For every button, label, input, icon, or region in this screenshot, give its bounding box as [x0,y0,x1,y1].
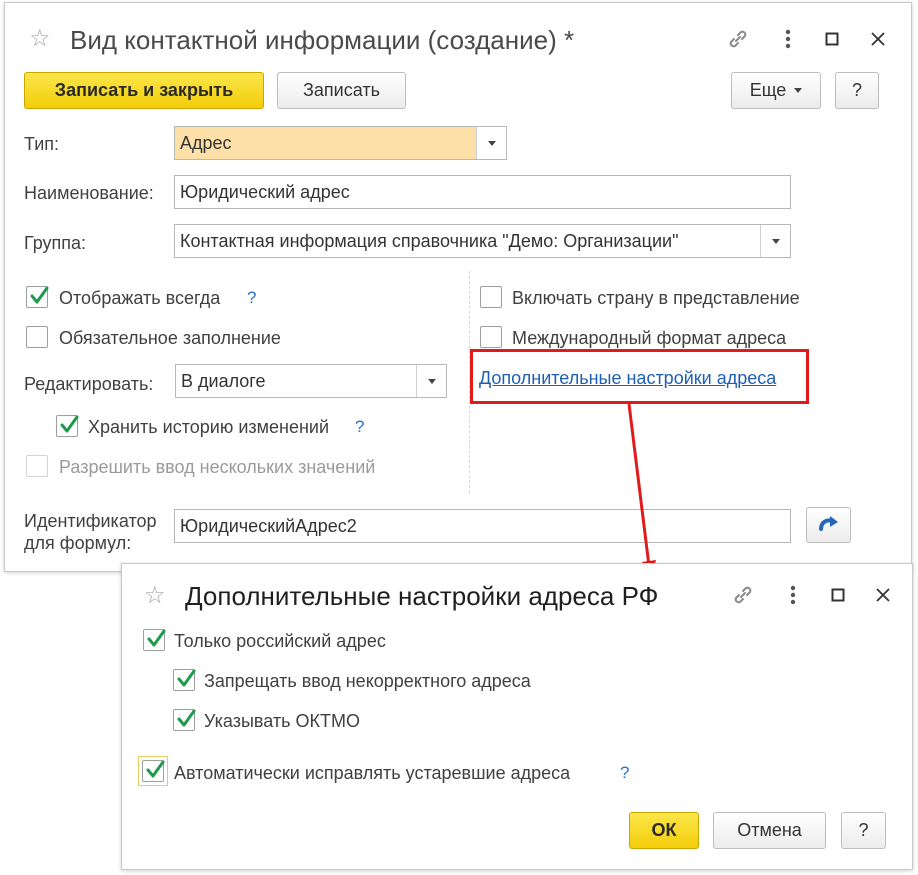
multiple-values-label: Разрешить ввод нескольких значений [59,457,376,477]
required-checkbox[interactable] [26,326,48,348]
edit-mode-dropdown-icon[interactable] [416,365,446,397]
type-value: Адрес [180,132,232,153]
highlight-box [470,349,809,404]
more-button[interactable]: Еще [731,72,821,109]
identifier-label-line2: для формул: [24,533,132,553]
link-icon[interactable] [726,27,750,51]
dialog-help-button[interactable]: ? [841,812,886,849]
identifier-value: ЮридическийАдрес2 [180,515,357,536]
always-show-label: Отображать всегда [59,288,221,308]
intl-format-label: Международный формат адреса [512,328,787,348]
group-dropdown-icon[interactable] [760,225,790,257]
close-icon[interactable] [866,27,890,51]
annotation-arrow [627,403,656,578]
type-label: Тип: [24,134,60,154]
always-show-checkbox[interactable] [26,286,49,308]
help-button[interactable]: ? [835,72,879,109]
identifier-action-button[interactable] [806,507,851,543]
cancel-button[interactable]: Отмена [713,812,826,849]
dialog-title: Дополнительные настройки адреса РФ [185,581,659,611]
group-label: Группа: [24,233,87,253]
forbid-incorrect-label: Запрещать ввод некорректного адреса [204,671,531,691]
save-button[interactable]: Записать [277,72,406,109]
favorite-star-icon[interactable]: ☆ [144,584,166,608]
redo-arrow-icon [818,516,838,531]
include-country-label: Включать страну в представление [512,288,800,308]
edit-mode-value: В диалоге [181,370,266,391]
window-title: Вид контактной информации (создание) * [70,25,575,55]
auto-fix-checkbox[interactable] [142,760,165,782]
type-select[interactable]: Адрес [174,126,507,160]
link-icon[interactable] [731,583,755,607]
only-russian-checkbox[interactable] [143,629,166,651]
group-value: Контактная информация справочника "Демо:… [180,230,679,251]
ok-button[interactable]: ОК [629,812,699,849]
edit-mode-label: Редактировать: [24,374,154,394]
auto-fix-label: Автоматически исправлять устаревшие адре… [174,763,571,783]
more-vertical-icon[interactable] [776,27,800,51]
name-label: Наименование: [24,183,154,203]
maximize-icon[interactable] [820,27,844,51]
more-vertical-icon[interactable] [781,583,805,607]
edit-mode-select[interactable]: В диалоге [175,364,447,398]
oktmo-label: Указывать ОКТМО [204,711,360,731]
always-show-help-icon[interactable]: ? [247,288,256,308]
save-and-close-button[interactable]: Записать и закрыть [24,72,264,109]
contact-info-kind-window: ☆ Вид контактной информации (создание) *… [4,2,912,572]
maximize-icon[interactable] [826,583,850,607]
keep-history-label: Хранить историю изменений [88,417,330,437]
chevron-down-icon [794,88,803,93]
required-label: Обязательное заполнение [59,328,281,348]
more-button-label: Еще [749,80,787,100]
name-value: Юридический адрес [180,181,350,202]
only-russian-label: Только российский адрес [174,631,386,651]
favorite-star-icon[interactable]: ☆ [29,27,51,51]
address-settings-dialog: ☆ Дополнительные настройки адреса РФ Тол… [121,563,913,870]
keep-history-help-icon[interactable]: ? [355,417,364,437]
identifier-input[interactable]: ЮридическийАдрес2 [174,509,791,543]
identifier-label-line1: Идентификатор [24,511,157,531]
oktmo-checkbox[interactable] [173,709,196,731]
include-country-checkbox[interactable] [480,286,502,308]
multiple-values-checkbox [26,455,48,477]
auto-fix-help-icon[interactable]: ? [620,763,629,783]
intl-format-checkbox[interactable] [480,326,502,348]
type-dropdown-icon[interactable] [476,127,506,159]
close-icon[interactable] [871,583,895,607]
name-input[interactable]: Юридический адрес [174,175,791,209]
group-select[interactable]: Контактная информация справочника "Демо:… [174,224,791,258]
keep-history-checkbox[interactable] [56,415,79,437]
forbid-incorrect-checkbox[interactable] [173,669,196,691]
